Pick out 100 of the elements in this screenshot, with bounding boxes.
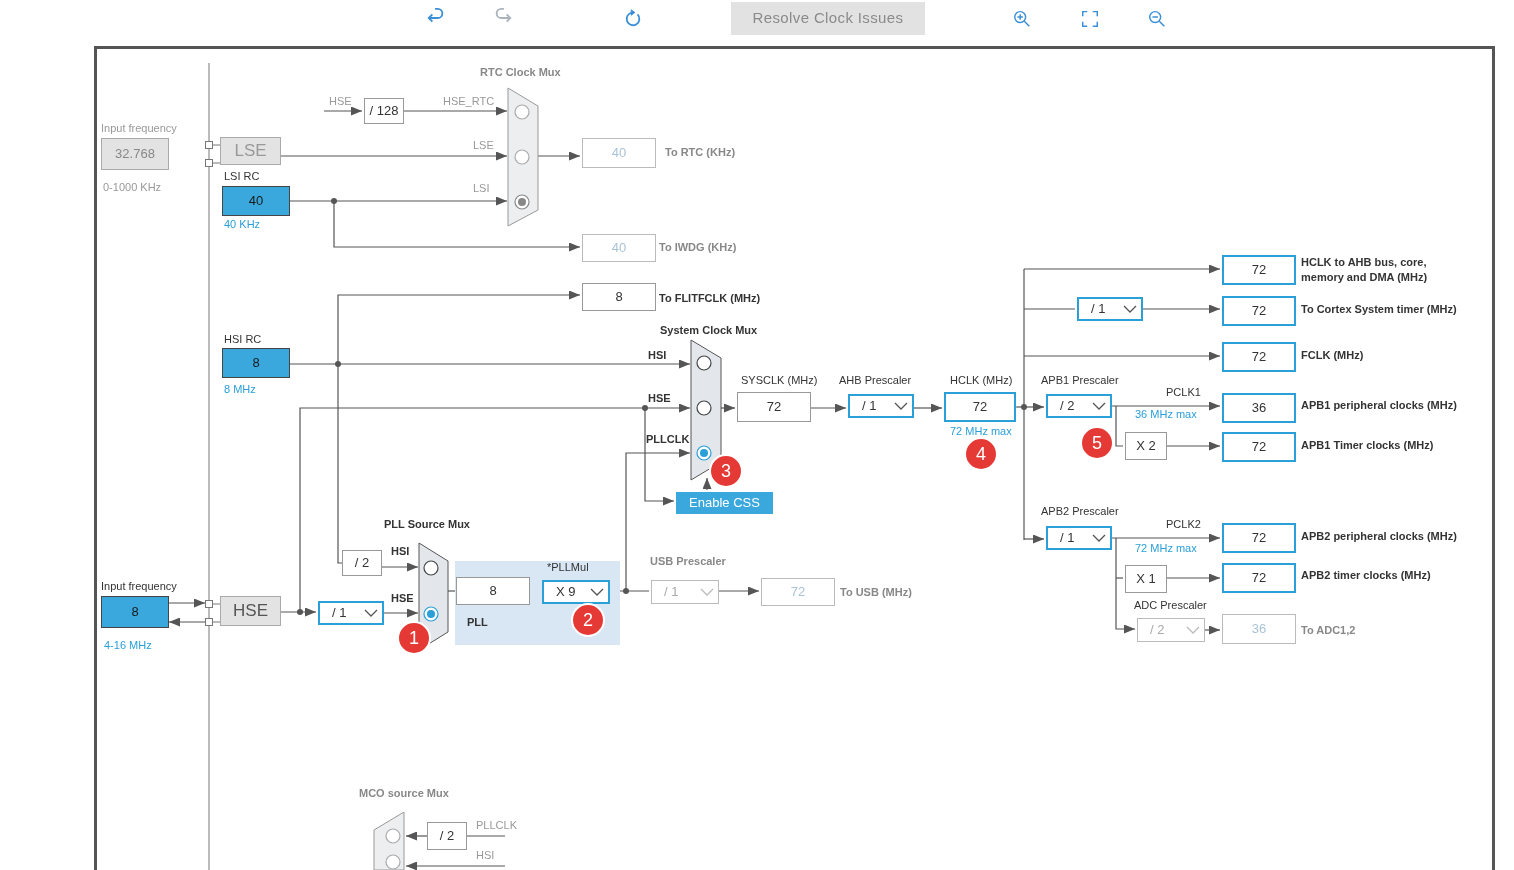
chevron-icon xyxy=(1092,402,1106,410)
diagram-label: To FLITFCLK (MHz) xyxy=(659,292,761,305)
diagram-label: HSE xyxy=(391,592,414,605)
diagram-label: MCO source Mux xyxy=(359,787,449,800)
fit-to-screen-icon[interactable] xyxy=(1080,8,1100,28)
frequency-field[interactable]: 8 xyxy=(101,596,169,628)
radio-button[interactable] xyxy=(696,355,712,371)
diagram-label: HSI xyxy=(391,545,410,558)
radio-button[interactable] xyxy=(423,560,439,576)
signal-arrow xyxy=(323,106,363,116)
radio-button[interactable] xyxy=(696,400,712,416)
prescaler-dropdown[interactable]: / 1 xyxy=(318,601,384,625)
diagram-label: To RTC (KHz) xyxy=(665,146,736,159)
diagram-label: PCLK1 xyxy=(1166,386,1201,399)
diagram-label: Input frequency xyxy=(101,122,177,135)
diagram-label: USB Prescaler xyxy=(650,555,726,568)
diagram-label: APB2 timer clocks (MHz) xyxy=(1301,569,1431,582)
diagram-label: To ADC1,2 xyxy=(1301,624,1356,637)
diagram-label: PLL xyxy=(467,616,488,629)
diagram-label: PLLCLK xyxy=(476,819,517,832)
prescaler-dropdown[interactable]: / 2 xyxy=(1046,394,1112,418)
step-badge: 3 xyxy=(709,454,743,488)
signal-arrow xyxy=(720,403,736,413)
diagram-label: 40 KHz xyxy=(224,218,261,231)
prescaler-dropdown[interactable]: X 9 xyxy=(542,580,610,604)
junction-dot xyxy=(642,405,648,411)
chevron-icon xyxy=(1092,534,1106,542)
frequency-field[interactable]: 40 xyxy=(222,186,290,216)
signal-line xyxy=(1115,577,1124,579)
value-box: 72 xyxy=(944,392,1016,422)
diagram-label: HSI xyxy=(476,849,495,862)
signal-arrow xyxy=(913,403,943,413)
signal-arrow xyxy=(1166,573,1221,583)
step-badge: 5 xyxy=(1080,426,1114,460)
signal-arrow xyxy=(1015,402,1045,412)
value-box: 36 xyxy=(1222,614,1296,644)
value-box: / 128 xyxy=(364,98,404,124)
diagram-label: HSI RC xyxy=(224,333,262,346)
diagram-label: ADC Prescaler xyxy=(1134,599,1207,612)
signal-arrow xyxy=(537,151,581,161)
value-box: / 2 xyxy=(342,550,382,576)
prescaler-dropdown[interactable]: / 1 xyxy=(1046,526,1112,550)
signal-arrow xyxy=(718,586,760,596)
diagram-label: PCLK2 xyxy=(1166,518,1201,531)
radio-button[interactable] xyxy=(423,606,439,622)
value-box: 36 xyxy=(1222,393,1296,423)
signal-arrow xyxy=(1166,441,1221,451)
value-box: 8 xyxy=(582,283,656,311)
junction-dot xyxy=(1021,404,1027,410)
diagram-label: *PLLMul xyxy=(547,561,589,574)
prescaler-dropdown[interactable]: / 1 xyxy=(1077,297,1143,321)
diagram-label: To Cortex System timer (MHz) xyxy=(1301,303,1457,316)
value-box: 72 xyxy=(1222,342,1296,372)
diagram-label: APB1 Prescaler xyxy=(1041,374,1119,387)
signal-arrow xyxy=(405,831,428,841)
diagram-label: 72 MHz max xyxy=(1135,542,1197,555)
diagram-label: System Clock Mux xyxy=(660,324,758,337)
frequency-field[interactable]: 8 xyxy=(222,348,290,378)
diagram-label: To USB (MHz) xyxy=(840,586,912,599)
signal-arrow xyxy=(1023,534,1045,544)
prescaler-dropdown[interactable]: / 1 xyxy=(848,394,914,418)
diagram-label: 36 MHz max xyxy=(1135,408,1197,421)
diagram-label: FCLK (MHz) xyxy=(1301,349,1364,362)
signal-line xyxy=(447,590,457,592)
chevron-icon xyxy=(1123,305,1137,313)
zoom-out-icon[interactable] xyxy=(1147,8,1167,28)
diagram-label: APB1 Timer clocks (MHz) xyxy=(1301,439,1434,452)
diagram-label: AHB Prescaler xyxy=(839,374,912,387)
radio-button[interactable] xyxy=(696,445,712,461)
diagram-label: To IWDG (KHz) xyxy=(659,241,737,254)
chevron-icon xyxy=(590,588,604,596)
value-box: 72 xyxy=(1222,523,1296,553)
junction-dot xyxy=(335,361,341,367)
diagram-label: HSE xyxy=(648,392,671,405)
signal-line xyxy=(1115,405,1124,447)
refresh-icon[interactable] xyxy=(623,8,643,28)
oscillator-block: LSE xyxy=(220,137,281,165)
zoom-in-icon[interactable] xyxy=(1012,8,1032,28)
signal-arrow xyxy=(1204,625,1221,635)
chevron-icon xyxy=(1186,626,1200,634)
diagram-label: APB1 peripheral clocks (MHz) xyxy=(1301,399,1457,412)
diagram-label: HCLK (MHz) xyxy=(950,374,1013,387)
diagram-label: 8 MHz xyxy=(224,383,256,396)
diagram-label: RTC Clock Mux xyxy=(480,66,561,79)
diagram-label: HSE xyxy=(329,95,352,108)
diagram-label: APB2 peripheral clocks (MHz) xyxy=(1301,530,1457,543)
diagram-label: APB2 Prescaler xyxy=(1041,505,1119,518)
signal-arrow xyxy=(168,617,206,627)
value-box: 40 xyxy=(582,234,656,262)
diagram-label: 4-16 MHz xyxy=(104,639,152,652)
diagram-label: PLLCLK xyxy=(646,433,690,446)
signal-line xyxy=(466,835,506,837)
value-box: 72 xyxy=(1222,432,1296,462)
diagram-label: HSE_RTC xyxy=(443,95,495,108)
value-box: / 2 xyxy=(427,822,467,850)
diagram-label: LSI RC xyxy=(224,170,260,183)
signal-arrow xyxy=(810,403,847,413)
diagram-label: SYSCLK (MHz) xyxy=(741,374,818,387)
value-box: 72 xyxy=(761,578,835,606)
value-box: 8 xyxy=(456,577,530,605)
